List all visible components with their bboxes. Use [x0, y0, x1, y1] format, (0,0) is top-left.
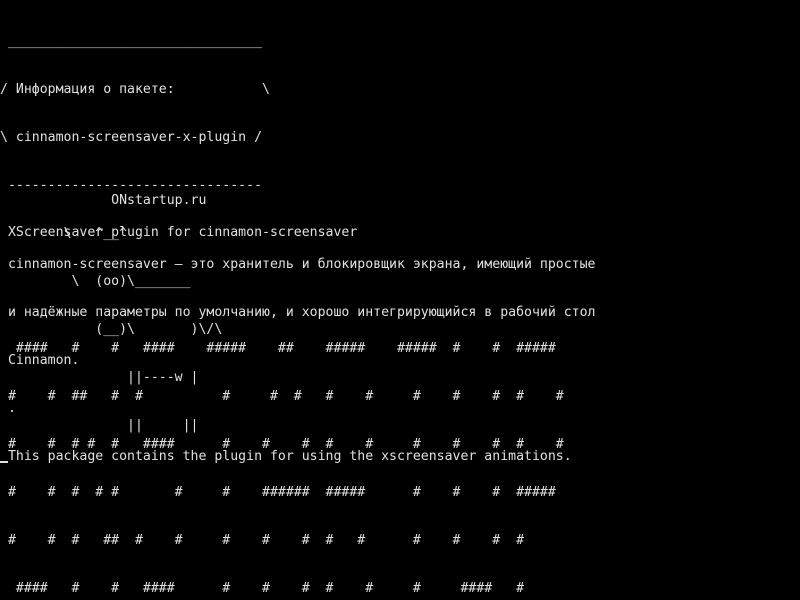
banner-line-5: # # # ## # # # # # # # # # # # [0, 533, 525, 548]
text-cursor [0, 461, 8, 463]
speech-bubble-top: ________________________________ [0, 34, 263, 49]
description-line-1: cinnamon-screensaver — это хранитель и б… [0, 257, 596, 272]
terminal-screen[interactable]: ________________________________ / Инфор… [0, 0, 800, 600]
banner-line-6: #### # # #### # # # # # # #### # [0, 581, 525, 596]
banner-line-2: # # ## # # # # # # # # # # # # [0, 389, 564, 404]
speech-bubble-line-1: / Информация о пакете: \ [0, 82, 270, 97]
banner-line-3: # # # # # #### # # # # # # # # # # [0, 437, 564, 452]
speech-bubble-line-2: \ cinnamon-screensaver-x-plugin / [0, 130, 263, 145]
banner-line-4: # # # # # # # ###### ##### # # # ##### [0, 485, 556, 500]
banner-line-1: #### # # #### ##### ## ##### ##### # # #… [0, 341, 556, 356]
ascii-banner: #### # # #### ##### ## ##### ##### # # #… [0, 309, 564, 600]
